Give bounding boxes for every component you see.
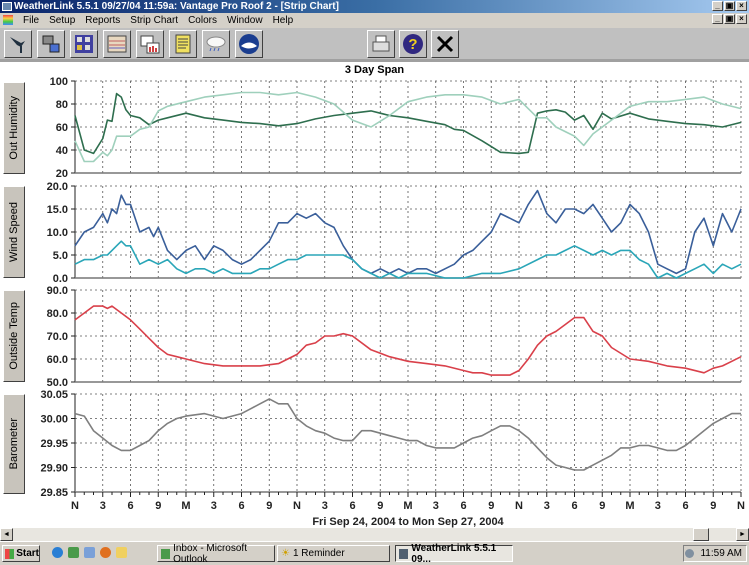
x-tick-label: 9 (488, 500, 494, 512)
x-tick-label: N (515, 500, 523, 512)
x-tick-label: 6 (238, 500, 244, 512)
clock: 11:59 AM (700, 548, 742, 559)
weatherlink-task-icon (399, 548, 409, 559)
system-tray: 11:59 AM (683, 545, 747, 562)
x-tick-label: 6 (349, 500, 355, 512)
windows-logo-icon (5, 548, 15, 559)
x-tick-label: M (181, 500, 190, 512)
y-tick-label: 80 (56, 99, 68, 111)
outlook-task-icon (161, 548, 171, 559)
y-tick-label: 29.85 (40, 487, 68, 499)
x-tick-label: 3 (655, 500, 661, 512)
y-tick-label: 60.0 (47, 354, 68, 366)
y-tick-label: 40 (56, 145, 68, 157)
x-tick-label: M (403, 500, 412, 512)
taskbar: Start Inbox - Microsoft Outlook ☀ 1 Remi… (0, 541, 749, 565)
internet-explorer-icon[interactable] (52, 547, 63, 558)
y-tick-label: 90.0 (47, 285, 68, 297)
x-tick-label: 3 (211, 500, 217, 512)
y-tick-label: 70.0 (47, 331, 68, 343)
task-reminder[interactable]: ☀ 1 Reminder (277, 545, 390, 562)
desktop-icon[interactable] (84, 547, 95, 558)
start-button[interactable]: Start (2, 545, 40, 562)
folder-icon[interactable] (116, 547, 127, 558)
x-tick-label: 9 (266, 500, 272, 512)
y-tick-label: 50.0 (47, 377, 68, 389)
x-tick-label: 6 (127, 500, 133, 512)
reminder-bell-icon: ☀ (281, 548, 290, 559)
x-tick-label: 6 (460, 500, 466, 512)
x-tick-label: N (71, 500, 79, 512)
media-player-icon[interactable] (100, 547, 111, 558)
x-tick-label: N (293, 500, 301, 512)
x-tick-label: 9 (599, 500, 605, 512)
x-tick-label: 9 (710, 500, 716, 512)
y-tick-label: 20 (56, 168, 68, 180)
y-tick-label: 30.05 (40, 389, 68, 401)
x-tick-label: M (625, 500, 634, 512)
y-tick-label: 15.0 (47, 204, 68, 216)
y-tick-label: 0.0 (53, 273, 68, 285)
y-tick-label: 100 (50, 76, 68, 88)
scroll-left-button[interactable]: ◄ (0, 528, 13, 541)
scroll-thumb[interactable] (693, 528, 709, 541)
y-tick-label: 80.0 (47, 308, 68, 320)
x-tick-label: 3 (322, 500, 328, 512)
y-tick-label: 5.0 (53, 250, 68, 262)
tray-network-icon[interactable] (685, 549, 695, 558)
y-tick-label: 20.0 (47, 181, 68, 193)
x-tick-label: 3 (433, 500, 439, 512)
y-tick-label: 29.95 (40, 438, 68, 450)
horizontal-scrollbar[interactable]: ◄ ► (0, 528, 749, 541)
x-tick-label: 3 (544, 500, 550, 512)
x-tick-label: 6 (682, 500, 688, 512)
x-tick-label: 3 (100, 500, 106, 512)
y-tick-label: 10.0 (47, 227, 68, 239)
y-tick-label: 30.00 (40, 414, 68, 426)
y-tick-label: 29.90 (40, 463, 68, 475)
x-tick-label: 9 (377, 500, 383, 512)
strip-chart: 100 80 60 40 2020.0 15.0 10.0 5.0 0.090.0 80.0 70.… (40, 76, 745, 528)
x-tick-label: 9 (155, 500, 161, 512)
x-axis-label: Fri Sep 24, 2004 to Mon Sep 27, 2004 (312, 516, 504, 528)
y-tick-label: 60 (56, 122, 68, 134)
scroll-right-button[interactable]: ► (736, 528, 749, 541)
task-weatherlink[interactable]: WeatherLink 5.5.1 09... (395, 543, 513, 565)
outlook-icon[interactable] (68, 547, 79, 558)
x-tick-label: 6 (571, 500, 577, 512)
x-tick-label: N (737, 500, 745, 512)
task-outlook[interactable]: Inbox - Microsoft Outlook (157, 543, 275, 565)
